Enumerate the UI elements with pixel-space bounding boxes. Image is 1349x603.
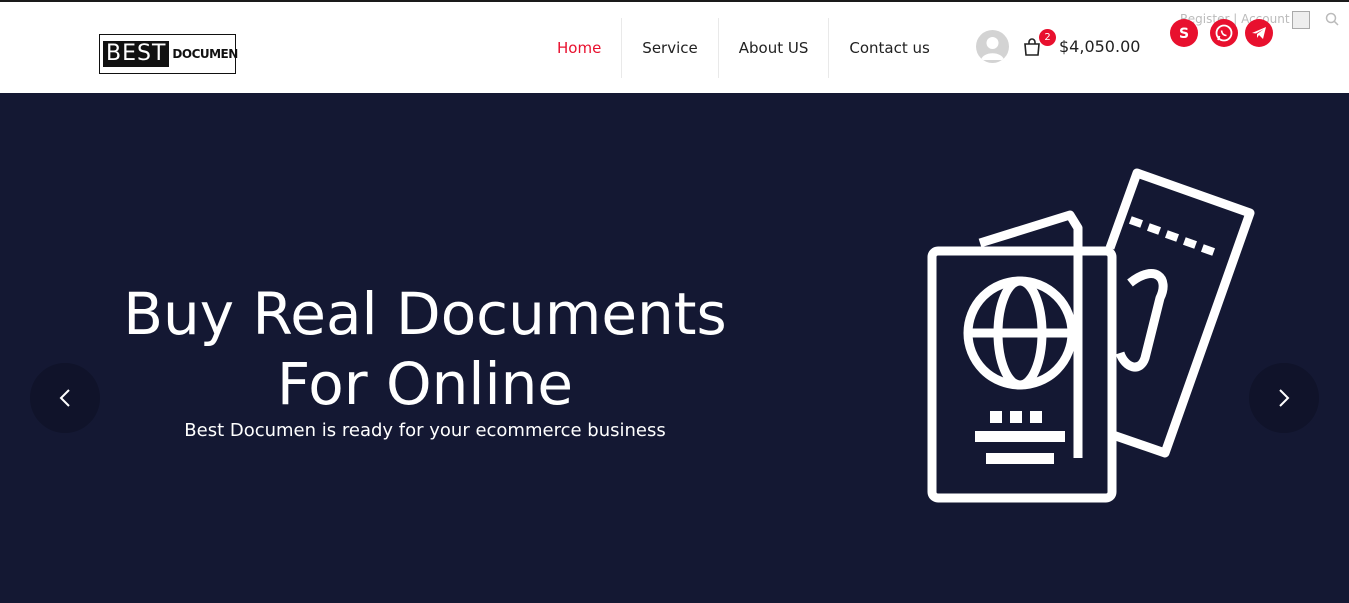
hero-subtitle: Best Documen is ready for your ecommerce… — [184, 420, 666, 441]
hero-title-line1: Buy Real Documents — [123, 280, 727, 348]
main-nav: Home Service About US Contact us — [537, 18, 950, 78]
skype-icon[interactable]: S — [1170, 19, 1198, 47]
logo-word-documen: DOCUMEN — [172, 47, 238, 61]
user-avatar-icon[interactable] — [976, 30, 1009, 63]
whatsapp-icon[interactable] — [1210, 19, 1238, 47]
nav-contact[interactable]: Contact us — [829, 18, 949, 78]
nav-about[interactable]: About US — [719, 18, 830, 78]
nav-home[interactable]: Home — [537, 18, 623, 78]
search-icon[interactable] — [1325, 12, 1339, 26]
chevron-left-icon — [59, 389, 70, 407]
hero-title-line2: For Online — [276, 350, 574, 418]
telegram-icon[interactable] — [1245, 19, 1273, 47]
passport-ticket-icon — [927, 168, 1255, 503]
site-header: BEST DOCUMEN Home Service About US Conta… — [0, 2, 1349, 93]
hero-slider: Buy Real Documents For Online Best Docum… — [0, 93, 1349, 603]
cart-total[interactable]: $4,050.00 — [1059, 37, 1140, 56]
site-logo[interactable]: BEST DOCUMEN — [99, 34, 238, 74]
account-icon[interactable] — [1292, 11, 1310, 29]
cart-count-badge: 2 — [1039, 29, 1056, 46]
chevron-right-icon — [1279, 389, 1290, 407]
slider-prev-button[interactable] — [30, 363, 100, 433]
svg-text:S: S — [1179, 26, 1189, 42]
hero-title: Buy Real Documents For Online — [60, 279, 790, 419]
nav-service[interactable]: Service — [622, 18, 719, 78]
logo-word-best: BEST — [103, 41, 170, 67]
